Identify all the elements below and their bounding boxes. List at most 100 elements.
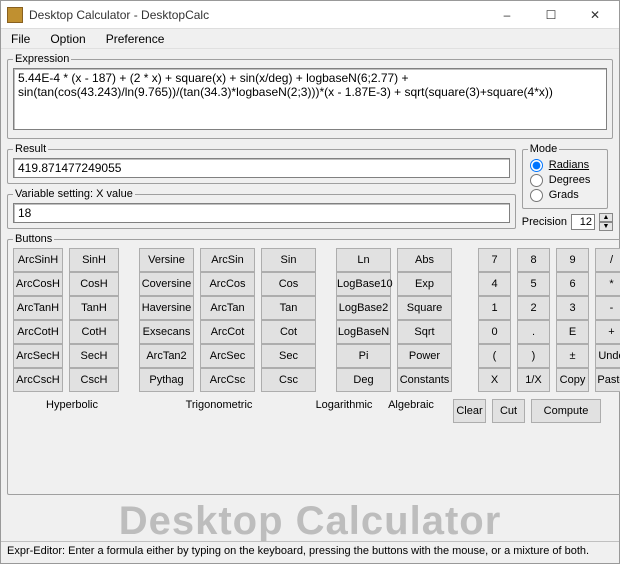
cat-hyperbolic: Hyperbolic [13,399,131,423]
calc-button-cos[interactable]: Cos [261,272,316,296]
calc-button-arcsec[interactable]: ArcSec [200,344,255,368]
calc-button--[interactable]: - [595,296,620,320]
calc-button-arccsc[interactable]: ArcCsc [200,368,255,392]
calc-button--[interactable]: . [517,320,550,344]
calc-button-csc[interactable]: Csc [261,368,316,392]
cut-button[interactable]: Cut [492,399,525,423]
calc-button-csch[interactable]: CscH [69,368,119,392]
radio-radians[interactable] [530,159,543,172]
close-button[interactable]: ✕ [573,2,617,28]
calc-button-constants[interactable]: Constants [397,368,452,392]
calc-button-arcsin[interactable]: ArcSin [200,248,255,272]
calc-button-paste[interactable]: Paste [595,368,620,392]
calc-button-logbase2[interactable]: LogBase2 [336,296,391,320]
precision-down[interactable]: ▼ [599,222,613,231]
calc-button-logbase10[interactable]: LogBase10 [336,272,391,296]
calc-button--[interactable]: + [595,320,620,344]
menu-preference[interactable]: Preference [100,30,171,48]
calc-button-copy[interactable]: Copy [556,368,589,392]
mode-radians[interactable]: Radians [528,158,602,173]
calc-button-coth[interactable]: CotH [69,320,119,344]
mode-degrees[interactable]: Degrees [528,173,602,188]
expression-input[interactable]: 5.44E-4 * (x - 187) + (2 * x) + square(x… [13,68,607,130]
titlebar: Desktop Calculator - DesktopCalc – ☐ ✕ [1,1,619,29]
calc-button-x[interactable]: X [478,368,511,392]
calc-button-power[interactable]: Power [397,344,452,368]
calc-button-6[interactable]: 6 [556,272,589,296]
variable-input[interactable] [13,203,510,223]
calc-button-9[interactable]: 9 [556,248,589,272]
radio-degrees[interactable] [530,174,543,187]
calc-button-2[interactable]: 2 [517,296,550,320]
calc-button-versine[interactable]: Versine [139,248,194,272]
variable-group: Variable setting: X value [7,188,516,229]
calc-button-sqrt[interactable]: Sqrt [397,320,452,344]
calc-button-tan[interactable]: Tan [261,296,316,320]
calc-button-ln[interactable]: Ln [336,248,391,272]
calc-button-arctan2[interactable]: ArcTan2 [139,344,194,368]
calc-button-7[interactable]: 7 [478,248,511,272]
minimize-button[interactable]: – [485,2,529,28]
calc-button-square[interactable]: Square [397,296,452,320]
button-row: ArcTanHTanH HaversineArcTanTan LogBase2Squ… [13,296,620,320]
expression-group: Expression 5.44E-4 * (x - 187) + (2 * x)… [7,53,613,139]
calc-button-e[interactable]: E [556,320,589,344]
expression-legend: Expression [13,53,71,65]
calc-button-cot[interactable]: Cot [261,320,316,344]
calc-button-haversine[interactable]: Haversine [139,296,194,320]
app-icon [7,7,23,23]
calc-button-undo[interactable]: Undo [595,344,620,368]
maximize-button[interactable]: ☐ [529,2,573,28]
calc-button--[interactable]: ) [517,344,550,368]
calc-button--[interactable]: ± [556,344,589,368]
calc-button-4[interactable]: 4 [478,272,511,296]
calc-button-arctanh[interactable]: ArcTanH [13,296,63,320]
calc-button-sinh[interactable]: SinH [69,248,119,272]
calc-button-sec[interactable]: Sec [261,344,316,368]
menubar: File Option Preference [1,29,619,49]
calc-button-3[interactable]: 3 [556,296,589,320]
clear-button[interactable]: Clear [453,399,486,423]
precision-input[interactable] [571,214,595,230]
calc-button-deg[interactable]: Deg [336,368,391,392]
calc-button-sech[interactable]: SecH [69,344,119,368]
calc-button-cosh[interactable]: CosH [69,272,119,296]
calc-button-exp[interactable]: Exp [397,272,452,296]
cat-log: Logarithmic [307,399,381,423]
buttons-group: Buttons ArcSinHSinHVersineArcSinSinLnAbs… [7,233,620,495]
calc-button-exsecans[interactable]: Exsecans [139,320,194,344]
menu-option[interactable]: Option [44,30,91,48]
calc-button-arccot[interactable]: ArcCot [200,320,255,344]
calc-button-tanh[interactable]: TanH [69,296,119,320]
calc-button-8[interactable]: 8 [517,248,550,272]
calc-button-pythag[interactable]: Pythag [139,368,194,392]
calc-button--[interactable]: * [595,272,620,296]
precision-up[interactable]: ▲ [599,213,613,222]
mode-grads[interactable]: Grads [528,188,602,203]
calc-button--[interactable]: / [595,248,620,272]
radio-grads[interactable] [530,189,543,202]
statusbar: Expr-Editor: Enter a formula either by t… [1,541,619,563]
calc-button-arccosh[interactable]: ArcCosH [13,272,63,296]
calc-button-5[interactable]: 5 [517,272,550,296]
compute-button[interactable]: Compute [531,399,601,423]
menu-file[interactable]: File [5,30,36,48]
calc-button--[interactable]: ( [478,344,511,368]
calc-button-abs[interactable]: Abs [397,248,452,272]
button-row: ArcCscHCscH PythagArcCscCsc DegConstants X1… [13,368,620,392]
calc-button-0[interactable]: 0 [478,320,511,344]
calc-button-arcsech[interactable]: ArcSecH [13,344,63,368]
calc-button-arccos[interactable]: ArcCos [200,272,255,296]
calc-button-pi[interactable]: Pi [336,344,391,368]
result-field[interactable] [13,158,510,178]
calc-button-coversine[interactable]: Coversine [139,272,194,296]
calc-button-arccsch[interactable]: ArcCscH [13,368,63,392]
calc-button-1-x[interactable]: 1/X [517,368,550,392]
calc-button-logbasen[interactable]: LogBaseN [336,320,391,344]
calc-button-sin[interactable]: Sin [261,248,316,272]
calc-button-arctan[interactable]: ArcTan [200,296,255,320]
calc-button-1[interactable]: 1 [478,296,511,320]
calc-button-arccoth[interactable]: ArcCotH [13,320,63,344]
calc-button-arcsinh[interactable]: ArcSinH [13,248,63,272]
cat-trig: Trigonometric [131,399,307,423]
